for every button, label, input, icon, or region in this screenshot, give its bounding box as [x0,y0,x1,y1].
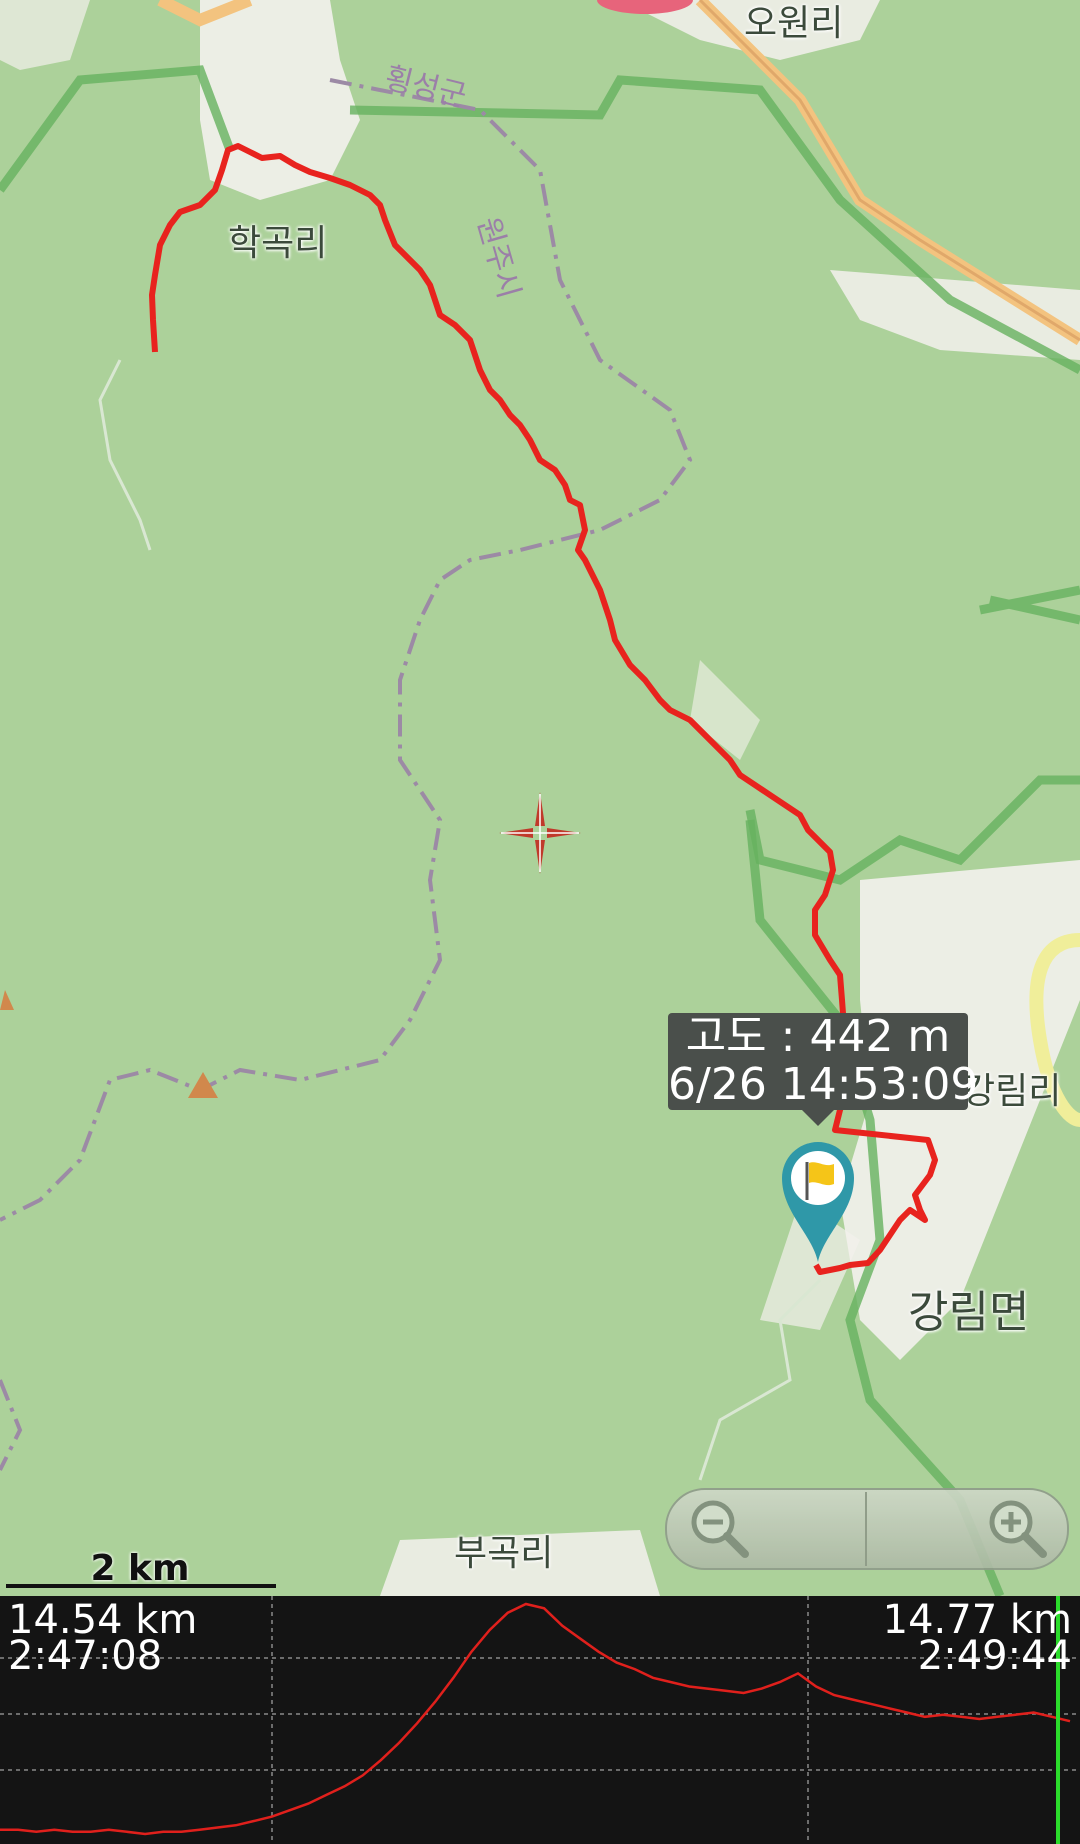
zoom-in-button[interactable] [985,1496,1049,1560]
graph-right-time: 2:49:44 [917,1633,1072,1679]
waypoint-flag-marker-icon[interactable] [778,1134,858,1264]
place-label-gangnim-myeon: 강림면 [908,1287,1030,1338]
track-point-tooltip: 고도 : 442 m 6/26 14:53:09 [668,1011,979,1126]
tooltip-datetime: 6/26 14:53:09 [668,1059,979,1110]
tooltip-altitude: 고도 : 442 m [685,1011,951,1062]
zoom-out-icon [691,1500,749,1558]
elevation-graph[interactable]: 14.54 km 2:47:08 14.77 km 2:49:44 [0,1596,1080,1844]
zoom-control-divider [865,1492,867,1566]
place-label-owon-ri: 오원리 [744,3,844,44]
map-view[interactable]: 오원리 횡성군 학곡리 원주시 강림리 강림면 부곡리 고도 : 442 m 6… [0,0,1080,1596]
place-label-hakgok-ri: 학곡리 [228,223,328,264]
scale-label: 2 km [90,1548,190,1589]
place-label-bugok-ri: 부곡리 [454,1533,554,1574]
scale-line [6,1584,276,1588]
map-center-crosshair-icon [499,792,581,874]
zoom-out-button[interactable] [687,1496,751,1560]
zoom-in-icon [989,1500,1047,1558]
map-scale-bar: 2 km [6,1548,276,1589]
zoom-control [665,1488,1069,1570]
graph-left-time: 2:47:08 [8,1633,163,1679]
